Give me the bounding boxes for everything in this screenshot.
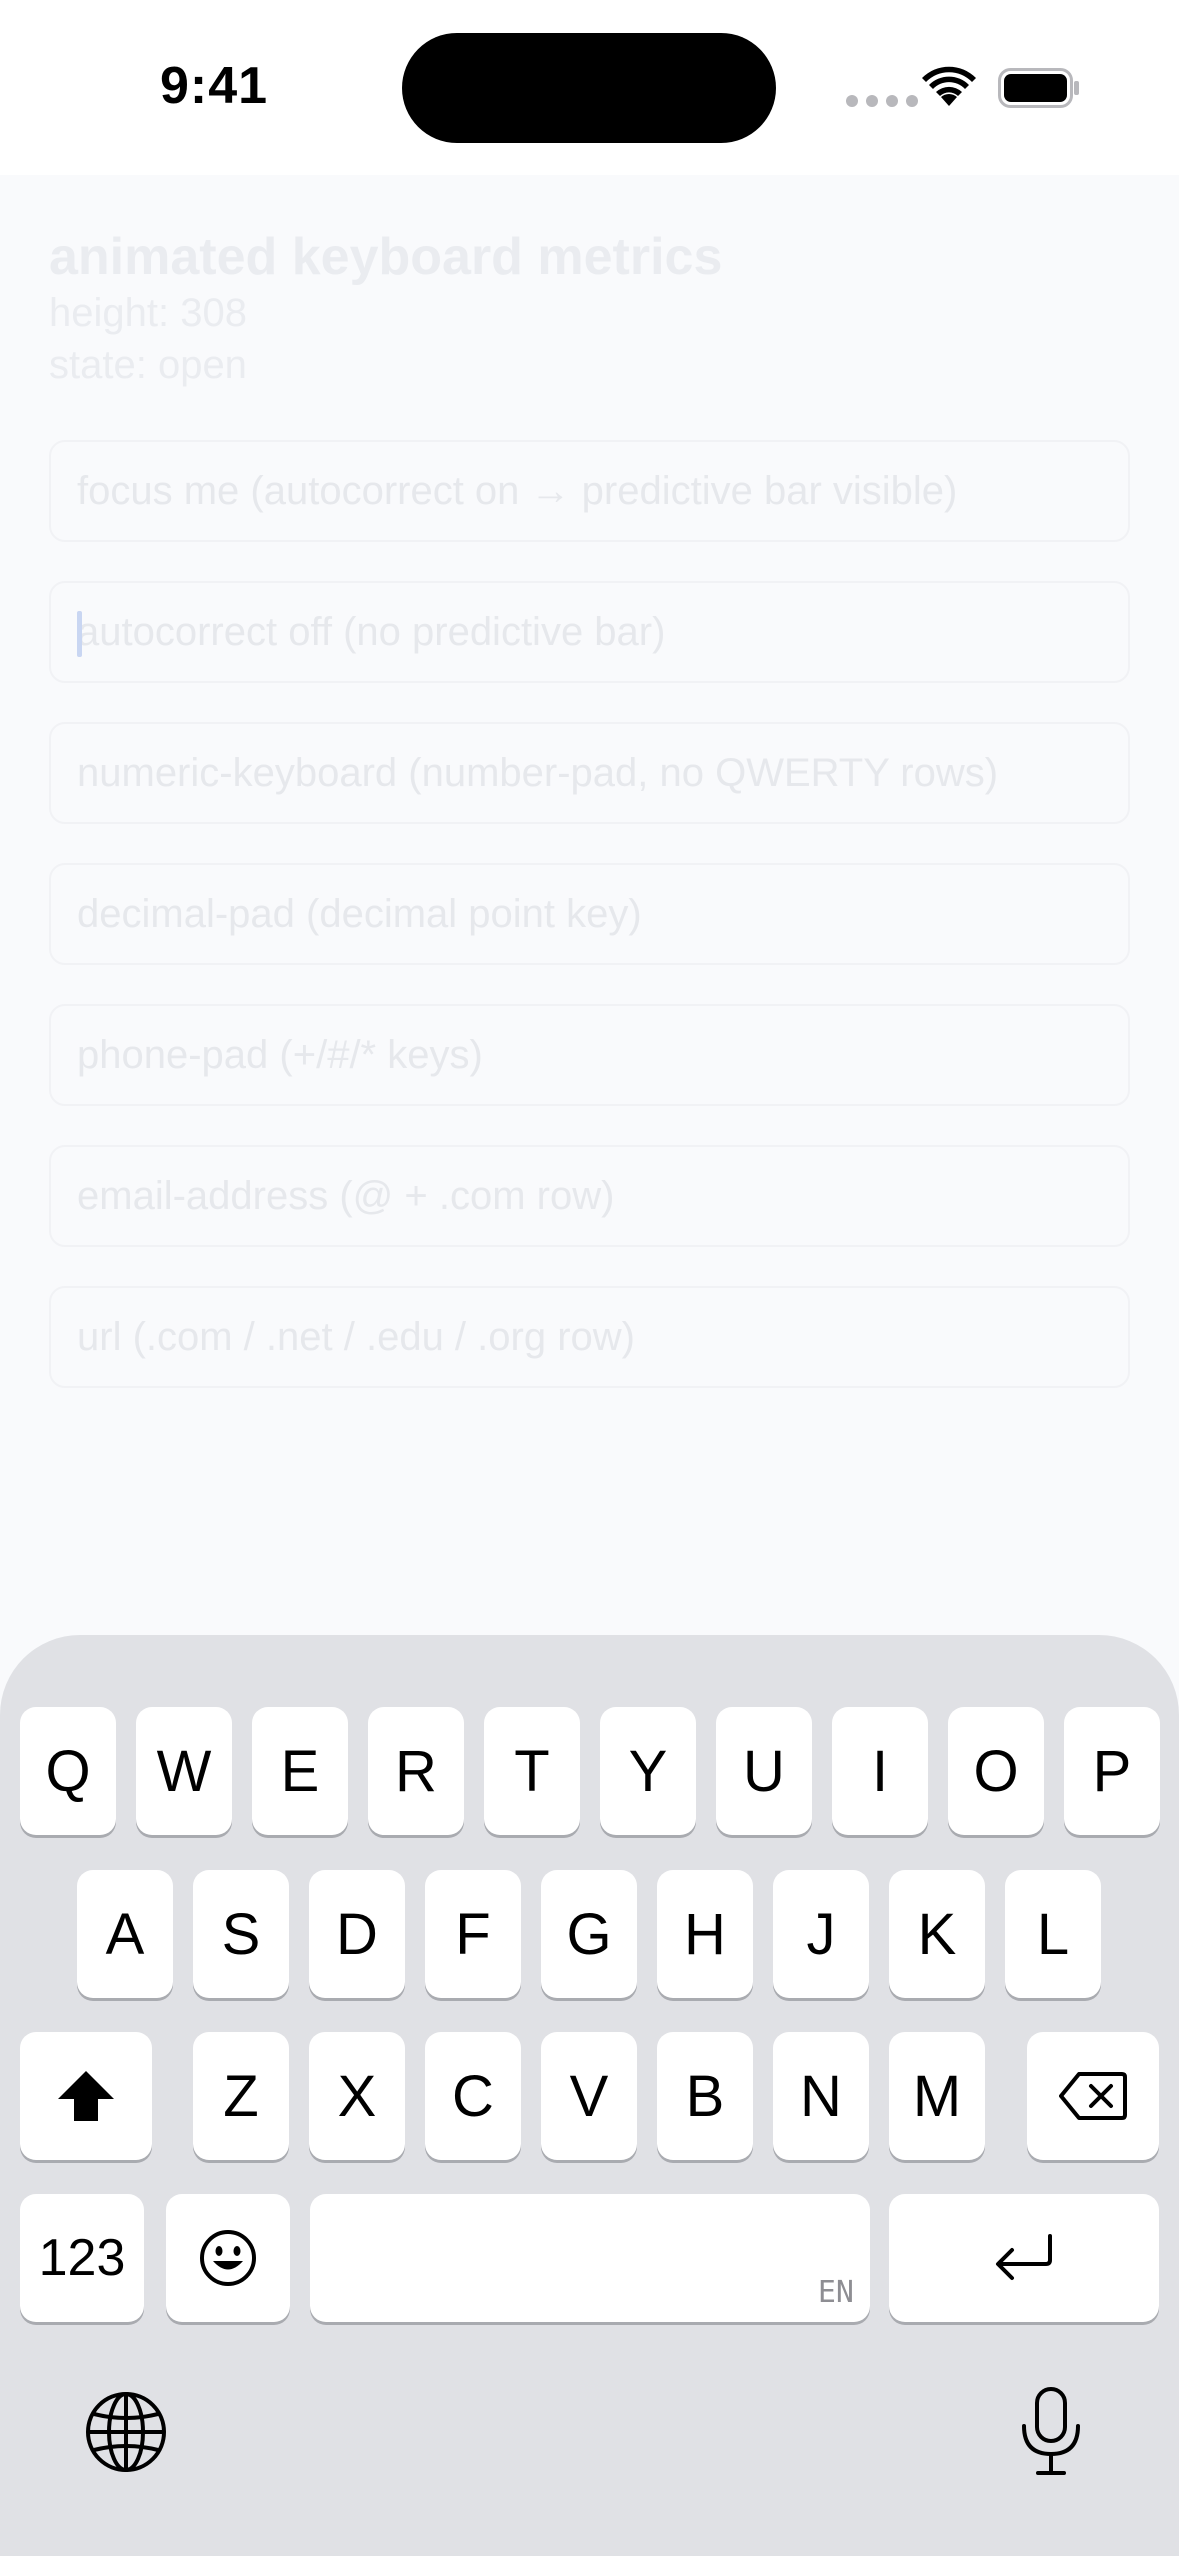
email-address-field[interactable] [49, 1145, 1130, 1247]
key-n[interactable]: N [773, 2032, 869, 2160]
phone-pad-input[interactable] [51, 1006, 1128, 1104]
key-k[interactable]: K [889, 1870, 985, 1998]
key-e[interactable]: E [252, 1707, 348, 1835]
return-key[interactable] [889, 2194, 1159, 2322]
key-m[interactable]: M [889, 2032, 985, 2160]
phone-pad-field[interactable] [49, 1004, 1130, 1106]
key-u[interactable]: U [716, 1707, 812, 1835]
autocorrect-off-input[interactable] [51, 583, 1128, 681]
shift-key[interactable] [20, 2032, 152, 2160]
emoji-icon [200, 2230, 256, 2286]
key-y[interactable]: Y [600, 1707, 696, 1835]
numeric-keyboard-input[interactable] [51, 724, 1128, 822]
shift-icon [58, 2071, 114, 2121]
key-q[interactable]: Q [20, 1707, 116, 1835]
key-o[interactable]: O [948, 1707, 1044, 1835]
key-w[interactable]: W [136, 1707, 232, 1835]
key-p[interactable]: P [1064, 1707, 1160, 1835]
key-f[interactable]: F [425, 1870, 521, 1998]
keyboard-language-label: EN [817, 2275, 854, 2310]
key-a[interactable]: A [77, 1870, 173, 1998]
globe-icon[interactable] [84, 2390, 168, 2474]
numbers-key[interactable]: 123 [20, 2194, 144, 2322]
autocorrect-on-field[interactable] [49, 440, 1130, 542]
delete-icon [1059, 2072, 1127, 2120]
cellular-signal-icon [846, 95, 918, 107]
url-field[interactable] [49, 1286, 1130, 1388]
decimal-pad-input[interactable] [51, 865, 1128, 963]
dynamic-island [402, 33, 776, 143]
key-v[interactable]: V [541, 2032, 637, 2160]
decimal-pad-field[interactable] [49, 863, 1130, 965]
key-d[interactable]: D [309, 1870, 405, 1998]
emoji-key[interactable] [166, 2194, 290, 2322]
key-x[interactable]: X [309, 2032, 405, 2160]
key-j[interactable]: J [773, 1870, 869, 1998]
delete-key[interactable] [1027, 2032, 1159, 2160]
status-bar: 9:41 [0, 0, 1179, 175]
numeric-keyboard-field[interactable] [49, 722, 1130, 824]
key-r[interactable]: R [368, 1707, 464, 1835]
page-title: animated keyboard metrics [49, 228, 723, 286]
keyboard-height-readout: height: 308 [49, 291, 247, 335]
key-z[interactable]: Z [193, 2032, 289, 2160]
battery-icon [998, 68, 1079, 108]
key-g[interactable]: G [541, 1870, 637, 1998]
key-s[interactable]: S [193, 1870, 289, 1998]
key-h[interactable]: H [657, 1870, 753, 1998]
text-caret [77, 611, 82, 657]
key-l[interactable]: L [1005, 1870, 1101, 1998]
autocorrect-on-input[interactable] [51, 442, 1128, 540]
url-input[interactable] [51, 1288, 1128, 1386]
keyboard-state-readout: state: open [49, 343, 247, 387]
key-b[interactable]: B [657, 2032, 753, 2160]
key-i[interactable]: I [832, 1707, 928, 1835]
key-c[interactable]: C [425, 2032, 521, 2160]
space-key[interactable]: EN [310, 2194, 870, 2322]
email-address-input[interactable] [51, 1147, 1128, 1245]
autocorrect-off-field[interactable] [49, 581, 1130, 683]
return-icon [996, 2234, 1052, 2280]
wifi-icon [922, 66, 976, 106]
status-time: 9:41 [160, 57, 269, 115]
microphone-icon[interactable] [1018, 2386, 1084, 2478]
key-t[interactable]: T [484, 1707, 580, 1835]
